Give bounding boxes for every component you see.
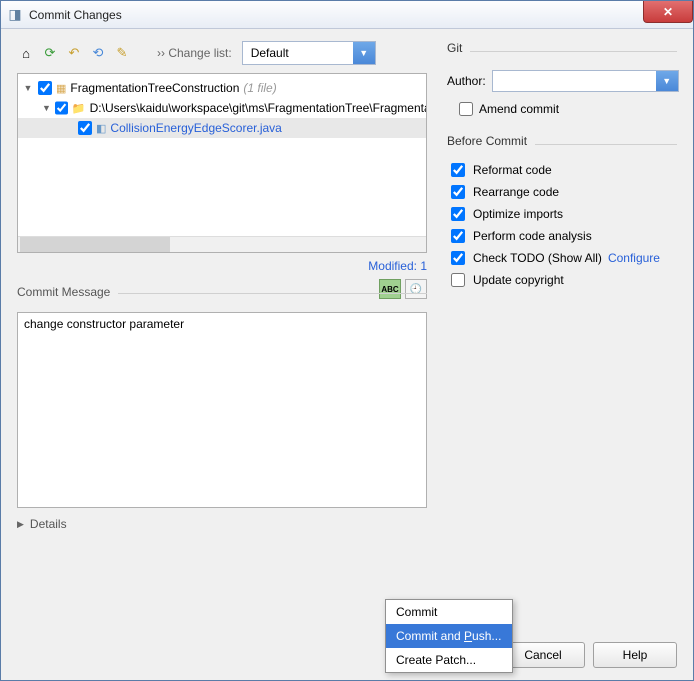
author-combo[interactable]: ▼ — [492, 70, 679, 92]
revert-icon[interactable]: ↶ — [65, 44, 83, 62]
details-toggle[interactable]: ▶ Details — [17, 517, 427, 531]
refresh-icon[interactable]: ⟳ — [41, 44, 59, 62]
close-button[interactable]: ✕ — [643, 1, 693, 23]
collapse-icon[interactable]: ▼ — [22, 83, 34, 93]
changes-tree: ▼ ▦ FragmentationTreeConstruction (1 fil… — [17, 73, 427, 253]
details-label: Details — [30, 517, 67, 531]
before-commit-section-label: Before Commit — [447, 134, 535, 148]
scrollbar-thumb[interactable] — [20, 237, 170, 252]
commit-dialog: ◨ Commit Changes ✕ ⌂ ⟳ ↶ ⟲ ✎ ›› Change l… — [0, 0, 694, 681]
history-icon[interactable]: 🕘 — [405, 279, 427, 299]
chevron-down-icon[interactable]: ▼ — [656, 71, 678, 91]
tree-root-row[interactable]: ▼ ▦ FragmentationTreeConstruction (1 fil… — [18, 78, 426, 98]
left-column: ⌂ ⟳ ↶ ⟲ ✎ ›› Change list: Default ▼ — [17, 41, 427, 531]
window-title: Commit Changes — [29, 8, 122, 22]
new-changelist-icon[interactable]: ✎ — [113, 44, 131, 62]
horizontal-scrollbar[interactable] — [18, 236, 426, 252]
module-icon: ▦ — [56, 82, 66, 95]
author-input[interactable] — [493, 71, 656, 91]
tree-path-row[interactable]: ▼ 📁 D:\Users\kaidu\workspace\git\ms\Frag… — [18, 98, 426, 118]
reformat-checkbox[interactable] — [451, 163, 465, 177]
menu-create-patch[interactable]: Create Patch... — [386, 648, 512, 672]
menu-commit[interactable]: Commit — [386, 600, 512, 624]
git-section-label: Git — [447, 41, 470, 55]
root-hint: (1 file) — [243, 81, 276, 95]
collapse-icon[interactable]: ▼ — [42, 103, 51, 113]
analysis-checkbox[interactable] — [451, 229, 465, 243]
root-checkbox[interactable] — [38, 81, 52, 95]
commit-message-input[interactable] — [17, 312, 427, 508]
amend-label: Amend commit — [479, 102, 559, 116]
configure-link[interactable]: Configure — [608, 251, 660, 265]
opt-analysis[interactable]: Perform code analysis — [451, 229, 677, 243]
amend-checkbox[interactable] — [459, 102, 473, 116]
right-column: Git Author: ▼ Amend commit Before Commit — [447, 41, 677, 531]
chevron-down-icon[interactable]: ▼ — [353, 42, 375, 64]
opt-optimize[interactable]: Optimize imports — [451, 207, 677, 221]
opt-reformat[interactable]: Reformat code — [451, 163, 677, 177]
change-list-combo[interactable]: Default ▼ — [242, 41, 376, 65]
dialog-content: ⌂ ⟳ ↶ ⟲ ✎ ›› Change list: Default ▼ — [1, 29, 693, 680]
author-label: Author: — [447, 74, 492, 88]
file-label: CollisionEnergyEdgeScorer.java — [110, 121, 281, 135]
author-row: Author: ▼ — [447, 70, 677, 92]
commit-dropdown-menu: Commit Commit and Push... Create Patch..… — [385, 599, 513, 673]
opt-copyright[interactable]: Update copyright — [451, 273, 677, 287]
path-label: D:\Users\kaidu\workspace\git\ms\Fragment… — [90, 101, 427, 115]
help-button[interactable]: Help — [593, 642, 677, 668]
rearrange-checkbox[interactable] — [451, 185, 465, 199]
root-label: FragmentationTreeConstruction — [70, 81, 239, 95]
message-header: Commit Message ABC 🕘 — [17, 279, 427, 299]
commit-message-label: Commit Message — [17, 285, 118, 299]
opt-rearrange[interactable]: Rearrange code — [451, 185, 677, 199]
copyright-checkbox[interactable] — [451, 273, 465, 287]
chevron-right-icon: ▶ — [17, 519, 24, 530]
java-file-icon: ◧ — [96, 122, 106, 135]
app-icon: ◨ — [7, 7, 23, 23]
opt-todo: Check TODO (Show All)Configure — [451, 251, 677, 265]
change-list-value: Default — [243, 46, 353, 60]
menu-commit-and-push[interactable]: Commit and Push... — [386, 624, 512, 648]
modified-count: Modified: 1 — [17, 259, 427, 273]
amend-row: Amend commit — [459, 102, 677, 116]
top-row: ⌂ ⟳ ↶ ⟲ ✎ ›› Change list: Default ▼ — [17, 41, 677, 531]
tree-file-row[interactable]: ◧ CollisionEnergyEdgeScorer.java — [18, 118, 426, 138]
button-row: Commit ▼ Cancel Help — [17, 626, 677, 668]
rollback-icon[interactable]: ⟲ — [89, 44, 107, 62]
toolbar: ⌂ ⟳ ↶ ⟲ ✎ ›› Change list: Default ▼ — [17, 41, 427, 65]
title-bar: ◨ Commit Changes ✕ — [1, 1, 693, 29]
path-checkbox[interactable] — [55, 101, 68, 115]
change-list-label: ›› Change list: — [157, 46, 232, 60]
before-commit-options: Reformat code Rearrange code Optimize im… — [451, 163, 677, 287]
cancel-button[interactable]: Cancel — [501, 642, 585, 668]
todo-checkbox[interactable] — [451, 251, 465, 265]
file-checkbox[interactable] — [78, 121, 92, 135]
optimize-checkbox[interactable] — [451, 207, 465, 221]
folder-icon: 📁 — [72, 102, 86, 115]
show-diff-icon[interactable]: ⌂ — [17, 44, 35, 62]
spellcheck-icon[interactable]: ABC — [379, 279, 401, 299]
